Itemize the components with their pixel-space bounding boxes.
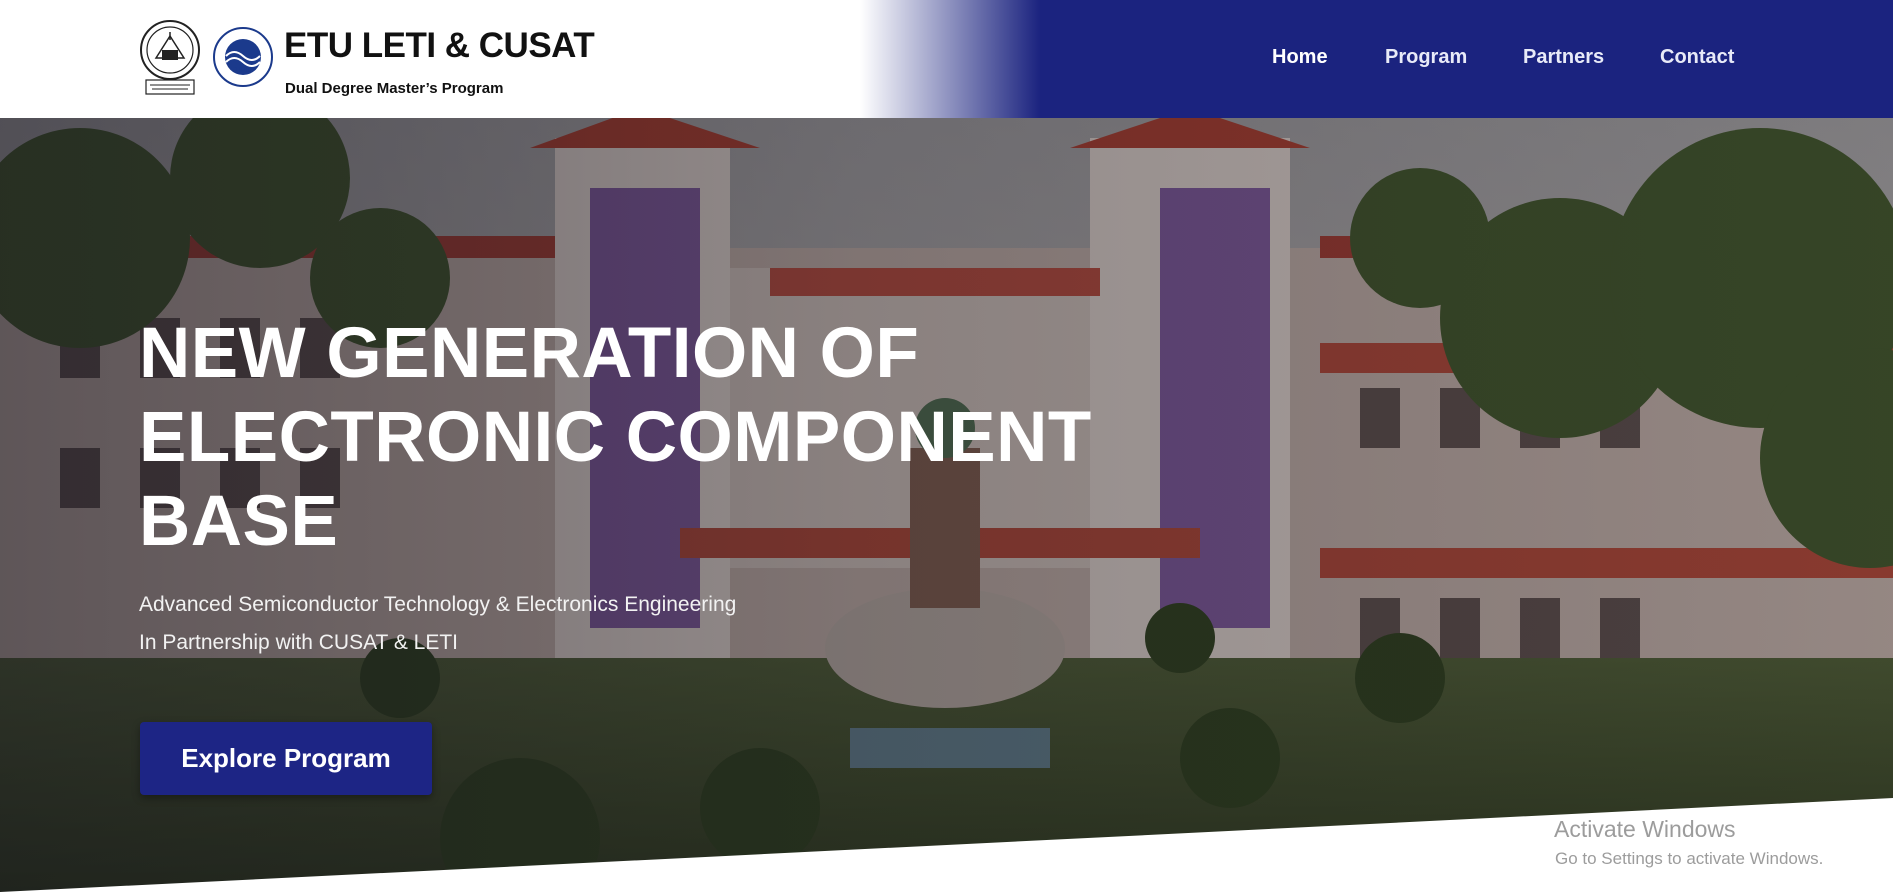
hero-subtitle-partnership: In Partnership with CUSAT & LETI — [139, 631, 459, 654]
hero-title-line: ELECTRONIC COMPONENT — [139, 398, 1092, 477]
explore-program-button[interactable]: Explore Program — [140, 722, 432, 795]
nav-item-program[interactable]: Program — [1385, 46, 1467, 69]
cusat-seal-icon[interactable] — [138, 18, 202, 98]
nav-item-home[interactable]: Home — [1272, 46, 1328, 69]
activate-windows-title: Activate Windows — [1554, 816, 1736, 842]
hero-title: NEW GENERATION OF ELECTRONIC COMPONENT B… — [139, 312, 1139, 564]
hero-title-line: BASE — [139, 482, 339, 561]
activate-windows-subtitle: Go to Settings to activate Windows. — [1555, 849, 1824, 868]
hero-subtitle-program: Advanced Semiconductor Technology & Elec… — [139, 593, 737, 616]
hero-section: NEW GENERATION OF ELECTRONIC COMPONENT B… — [0, 118, 1893, 892]
site-header: 1886 ETU LETI & CUSAT Dual Degree Master… — [0, 0, 1893, 118]
nav-item-contact[interactable]: Contact — [1660, 46, 1734, 69]
leti-year-text: 1886 — [234, 66, 252, 74]
nav-item-partners[interactable]: Partners — [1523, 46, 1604, 69]
hero-title-line: NEW GENERATION OF — [139, 314, 920, 393]
brand-subtitle: Dual Degree Master’s Program — [285, 80, 504, 97]
brand-title[interactable]: ETU LETI & CUSAT — [284, 26, 595, 66]
leti-seal-icon[interactable]: 1886 — [212, 26, 274, 88]
